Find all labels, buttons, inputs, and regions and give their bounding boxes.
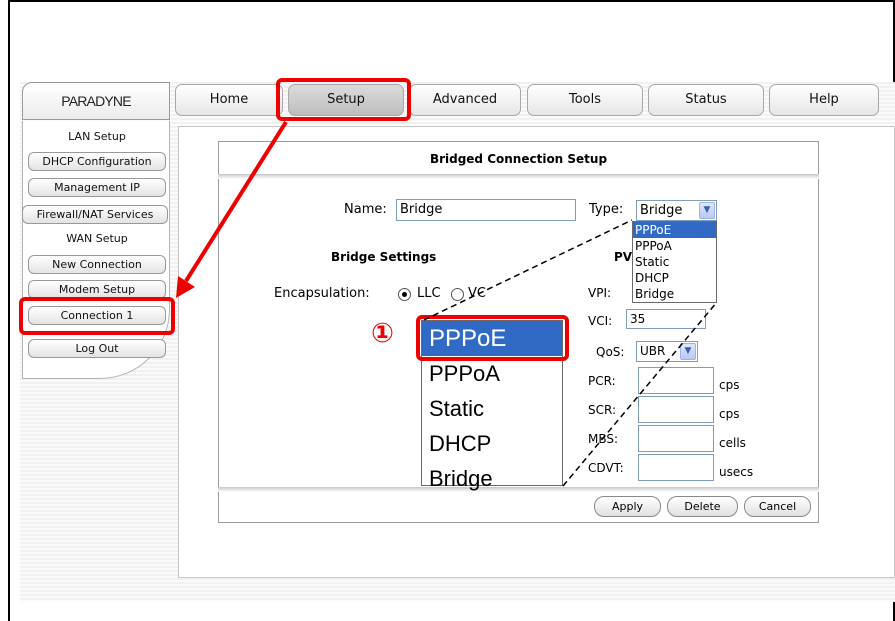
red-arrow-line	[184, 120, 288, 283]
zoom-connector-top	[423, 219, 633, 321]
annotation-overlay	[176, 120, 718, 487]
zoom-connector-bottom	[562, 301, 718, 487]
